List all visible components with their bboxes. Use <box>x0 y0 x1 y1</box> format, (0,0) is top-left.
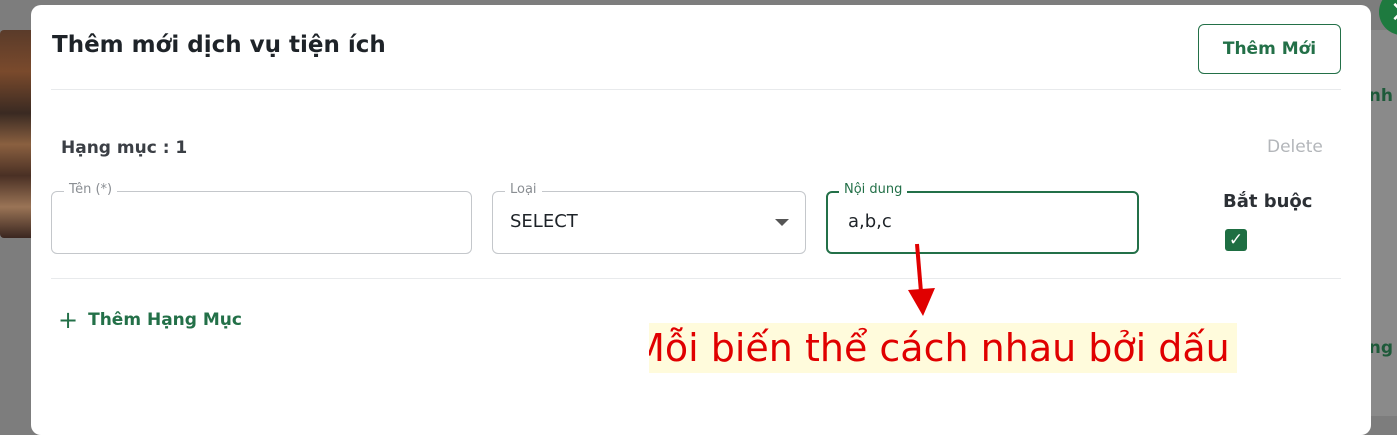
background-text-bottom: ng <box>1368 338 1393 358</box>
content-field[interactable]: Nội dung a,b,c <box>826 182 1139 254</box>
annotation-arrow-icon <box>908 243 935 316</box>
category-label: Hạng mục : 1 <box>61 138 188 158</box>
content-field-value: a,b,c <box>848 211 892 232</box>
name-field[interactable]: Tên (*) <box>51 182 472 254</box>
category-divider <box>51 278 1341 279</box>
chevron-down-icon <box>775 219 789 226</box>
delete-button[interactable]: Delete <box>1267 137 1323 157</box>
close-icon: × <box>1389 0 1397 27</box>
required-checkbox[interactable]: ✓ <box>1225 229 1247 251</box>
type-select[interactable]: Loại SELECT <box>492 182 806 254</box>
type-select-label: Loại <box>505 182 542 197</box>
name-field-label: Tên (*) <box>64 182 118 197</box>
add-category-label: Thêm Hạng Mục <box>88 310 242 330</box>
add-category-button[interactable]: + Thêm Hạng Mục <box>58 308 242 332</box>
modal-title: Thêm mới dịch vụ tiện ích <box>52 32 386 58</box>
header-divider <box>51 89 1341 90</box>
plus-icon: + <box>58 306 79 334</box>
content-field-label: Nội dung <box>839 182 908 197</box>
add-new-button[interactable]: Thêm Mới <box>1198 24 1341 74</box>
annotation-note: Mỗi biến thể cách nhau bởi dấu , <box>649 323 1237 373</box>
required-label: Bắt buộc <box>1223 191 1313 212</box>
type-select-value: SELECT <box>510 211 578 232</box>
checkmark-icon: ✓ <box>1228 229 1244 250</box>
background-text-top: nh <box>1368 86 1393 106</box>
